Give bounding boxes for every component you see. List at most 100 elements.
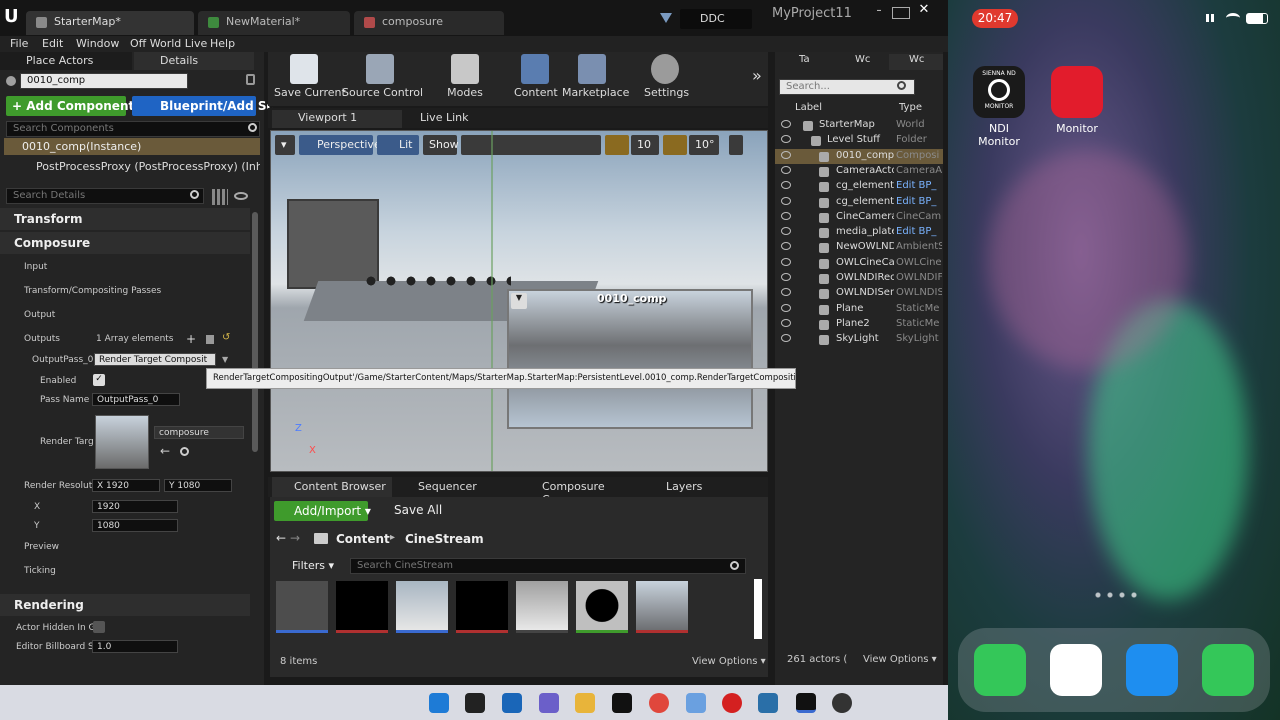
close-button[interactable]: ✕ [915,2,933,18]
outliner-row[interactable]: Level Stuff Folder [775,133,943,148]
reset-icon[interactable]: ↺ [222,332,230,343]
outliner-search-input[interactable]: Search... [779,79,915,95]
tab-composure-compositing[interactable]: Composure Comp [520,477,640,506]
component-instance[interactable]: 0010_comp(Instance) [4,138,260,155]
outliner-row[interactable]: Plane2 StaticMe [775,317,943,332]
app-icon[interactable] [758,693,778,713]
column-type[interactable]: Type [899,102,922,113]
outputpass-dropdown[interactable]: Render Target Composit [94,353,216,366]
visibility-eye-icon[interactable] [781,303,791,312]
outliner-tab-3[interactable]: Wc [889,54,943,70]
outliner-row[interactable]: cg_element1Edit BP_ [775,179,943,194]
content-button[interactable]: Content [514,54,558,99]
visibility-eye-icon[interactable] [781,196,791,205]
maximize-viewport-icon[interactable] [729,135,743,155]
column-label[interactable]: Label [795,102,822,113]
visibility-eye-icon[interactable] [781,211,791,220]
toolbar-overflow-icon[interactable]: » [752,66,762,85]
show-button[interactable]: Show [423,135,459,155]
grid-snap-toggle[interactable] [605,135,629,155]
outliner-row[interactable]: OWLNDIReceOWLNDIF [775,271,943,286]
section-rendering[interactable]: Rendering [0,594,250,616]
visibility-eye-icon[interactable] [781,227,791,236]
lock-icon[interactable] [246,74,255,85]
asset-thumbnail[interactable] [456,581,508,633]
render-target-dropdown[interactable]: composure [154,426,244,439]
asset-thumbnail[interactable] [396,581,448,633]
filters-button[interactable]: Filters ▾ [292,559,334,572]
maximize-button[interactable] [892,7,910,19]
add-import-button[interactable]: Add/Import ▾ [274,501,371,521]
app-ndi-monitor[interactable]: SIENNA ND MONITOR NDI Monitor [968,66,1030,148]
outliner-type[interactable]: Edit BP_ [896,226,942,237]
outliner-row[interactable]: NewOWLNDI AmbientS [775,240,943,255]
outliner-row[interactable]: OWLCineCamOWLCine [775,256,943,271]
visibility-eye-icon[interactable] [781,334,791,343]
back-arrow-icon[interactable]: ← [276,531,286,545]
outliner-row[interactable]: StarterMap (Edi World [775,118,943,133]
angle-snap-toggle[interactable] [663,135,687,155]
section-passes[interactable]: Transform/Compositing Passes [0,286,250,296]
view-options-button[interactable]: View Options ▾ [692,656,766,667]
chevron-down-icon[interactable]: ▼ [222,355,228,364]
asset-thumbnail[interactable] [336,581,388,633]
section-composure[interactable]: Composure [0,232,250,254]
tab-place-actors[interactable]: Place Actors [0,52,132,70]
media-player-icon[interactable] [722,693,742,713]
search-components-input[interactable]: Search Components [6,121,260,137]
asset-thumbnail[interactable] [276,581,328,633]
visibility-eye-icon[interactable] [781,120,791,128]
breadcrumb-cinestream[interactable]: CineStream [405,532,484,546]
visibility-eye-icon[interactable] [781,288,791,297]
app-icon[interactable] [612,693,632,713]
outliner-view-options[interactable]: View Options ▾ [863,654,937,665]
perspective-button[interactable]: Perspective [299,135,381,155]
hidden-in-game-checkbox[interactable] [93,621,105,633]
menu-edit[interactable]: Edit [42,37,63,50]
section-output[interactable]: Output [0,310,250,320]
save-current-button[interactable]: Save Current [274,54,346,99]
component-postprocess[interactable]: PostProcessProxy (PostProcessProxy) (Inh… [4,160,260,173]
billboard-scale-field[interactable]: 1.0 [92,640,178,653]
unreal-taskbar-icon[interactable] [796,693,816,713]
browse-arrow-icon[interactable]: ← [160,444,170,458]
visibility-eye-icon[interactable] [781,273,791,281]
widgets-icon[interactable] [502,693,522,713]
asset-thumbnail[interactable] [516,581,568,633]
resolution-y-field[interactable]: Y 1080 [164,479,232,492]
lit-button[interactable]: Lit [377,135,419,155]
eye-icon[interactable] [234,192,248,200]
asset-thumbnail[interactable] [636,581,688,633]
phone-icon[interactable] [974,644,1026,696]
marketplace-button[interactable]: Marketplace [562,54,629,99]
visibility-eye-icon[interactable] [781,257,791,266]
tab-composure[interactable]: composure [354,11,504,35]
visibility-eye-icon[interactable] [781,318,791,327]
unreal-logo-icon[interactable]: U [4,6,22,28]
obs-icon[interactable] [832,693,852,713]
chrome-icon[interactable] [649,693,669,713]
section-ticking[interactable]: Ticking [0,566,250,576]
enabled-checkbox[interactable]: ✓ [93,374,105,386]
trash-icon[interactable] [206,335,214,344]
minimize-button[interactable]: – [870,5,888,17]
preview-dropdown-icon[interactable]: ▼ [511,293,527,309]
search-cinestream-input[interactable]: Search CineStream [350,558,746,574]
outliner-row[interactable]: 0010_comp Composi [775,148,943,164]
outliner-row[interactable]: SkyLight SkyLight [775,332,943,347]
add-component-button[interactable]: + Add Component ▾ [6,96,144,116]
forward-arrow-icon[interactable]: → [290,531,300,545]
composure-preview-window[interactable] [507,289,753,429]
grid-size-value[interactable]: 10 [631,135,659,155]
visibility-eye-icon[interactable] [781,242,791,251]
section-preview[interactable]: Preview [0,542,250,552]
windows-start-icon[interactable] [429,693,449,713]
gmail-icon[interactable] [1050,644,1102,696]
search-details-input[interactable]: Search Details [6,188,204,204]
resolution-x-field[interactable]: X 1920 [92,479,160,492]
actor-name-field[interactable]: 0010_comp [20,73,188,89]
modes-button[interactable]: Modes [444,54,486,99]
outliner-tab-2[interactable]: Wc [835,54,887,70]
asset-thumbnail[interactable] [576,581,628,633]
tab-viewport-1[interactable]: Viewport 1 [272,110,402,128]
